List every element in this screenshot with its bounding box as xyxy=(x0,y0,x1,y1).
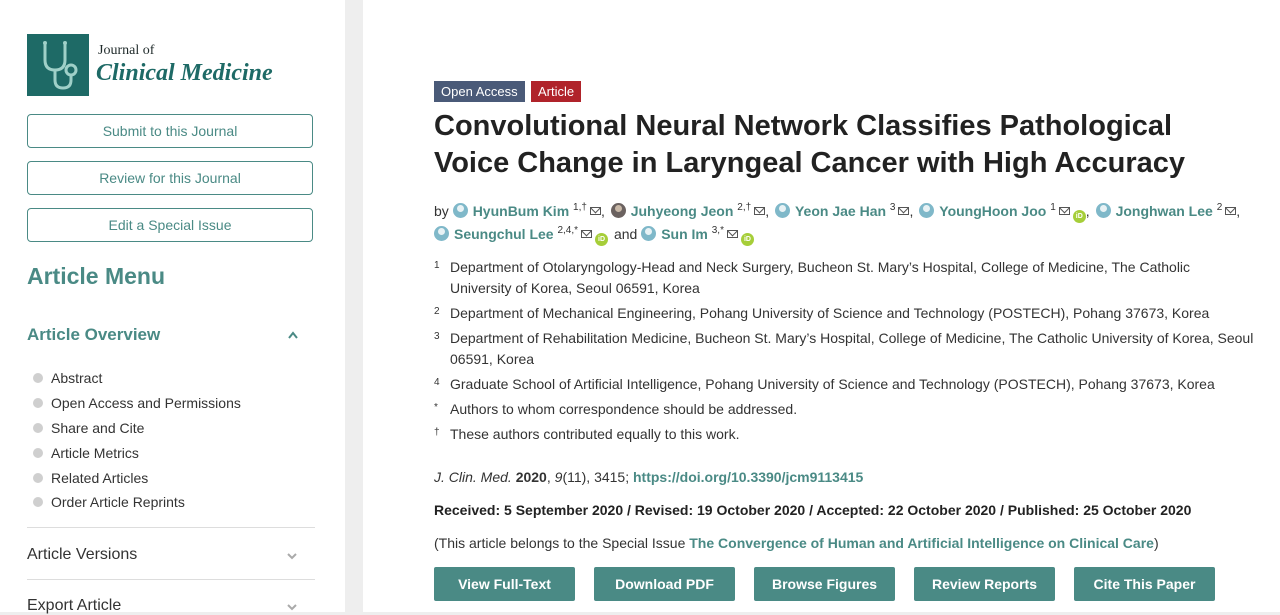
orcid-icon[interactable]: iD xyxy=(740,233,754,246)
menu-item-share-cite[interactable]: Share and Cite xyxy=(33,416,241,441)
email-icon[interactable] xyxy=(898,207,910,215)
author-photo xyxy=(610,203,626,218)
bullet-icon xyxy=(33,422,43,433)
equal-contribution-note: † These authors contributed equally to th… xyxy=(434,426,740,442)
author-avatar-icon xyxy=(641,226,657,241)
author[interactable]: YoungHoon Joo 1iD, xyxy=(919,200,1090,223)
author-avatar-icon xyxy=(434,226,449,241)
sidebar-divider xyxy=(27,527,315,528)
journal-name: Clinical Medicine xyxy=(96,60,273,86)
download-pdf-button[interactable]: Download PDF xyxy=(594,567,735,601)
affiliation: 3 Department of Rehabilitation Medicine, … xyxy=(434,330,1254,367)
article-menu-heading: Article Menu xyxy=(27,263,166,289)
email-icon[interactable] xyxy=(589,207,601,215)
article-overview-toggle[interactable]: Article Overview xyxy=(27,325,160,345)
email-icon[interactable] xyxy=(726,230,738,238)
menu-item-order-reprints[interactable]: Order Article Reprints xyxy=(33,490,241,515)
cite-this-paper-button[interactable]: Cite This Paper xyxy=(1074,567,1215,601)
author-avatar-icon xyxy=(1095,203,1111,218)
orcid-icon[interactable]: iD xyxy=(1072,210,1086,223)
chevron-up-icon[interactable] xyxy=(287,330,299,340)
by-label: by xyxy=(434,203,449,219)
author-list: by HyunBum Kim 1,†, Juhyeong Jeon 2,†, Y… xyxy=(434,200,1254,246)
edit-special-issue-button[interactable]: Edit a Special Issue xyxy=(27,208,313,242)
article-versions-toggle[interactable]: Article Versions xyxy=(27,546,137,564)
affiliation: 2 Department of Mechanical Engineering, P… xyxy=(434,305,1210,321)
article-overview-list: Abstract Open Access and Permissions Sha… xyxy=(33,366,241,515)
author-avatar-icon xyxy=(452,203,468,218)
export-article-toggle[interactable]: Export Article xyxy=(27,597,121,615)
review-for-journal-button[interactable]: Review for this Journal xyxy=(27,161,313,195)
special-issue-link[interactable]: The Convergence of Human and Artificial … xyxy=(689,535,1154,551)
author[interactable]: Yeon Jae Han 3, xyxy=(774,200,913,222)
chevron-down-icon[interactable] xyxy=(286,552,298,560)
email-icon[interactable] xyxy=(754,207,766,215)
author[interactable]: Sun Im 3,*iD xyxy=(641,223,754,246)
author[interactable]: Jonghwan Lee 2, xyxy=(1095,200,1240,222)
journal-logo[interactable]: Journal of Clinical Medicine xyxy=(27,34,327,96)
browse-figures-button[interactable]: Browse Figures xyxy=(754,567,895,601)
correspondence-note: * Authors to whom correspondence should b… xyxy=(434,401,798,417)
special-issue-note: (This article belongs to the Special Iss… xyxy=(434,535,1159,551)
submit-to-journal-button[interactable]: Submit to this Journal xyxy=(27,114,313,148)
email-icon[interactable] xyxy=(581,230,593,238)
review-reports-button[interactable]: Review Reports xyxy=(914,567,1055,601)
menu-item-open-access[interactable]: Open Access and Permissions xyxy=(33,391,241,416)
view-full-text-button[interactable]: View Full-Text xyxy=(434,567,575,601)
bullet-icon xyxy=(33,497,43,508)
orcid-icon[interactable]: iD xyxy=(595,233,609,246)
article-type-badge: Article xyxy=(531,81,582,102)
menu-item-abstract[interactable]: Abstract xyxy=(33,366,241,391)
chevron-down-icon[interactable] xyxy=(286,603,298,611)
author[interactable]: HyunBum Kim 1,†, xyxy=(452,200,605,222)
author[interactable]: Juhyeong Jeon 2,†, xyxy=(610,200,769,222)
affiliation-list: 1 Department of Otolaryngology-Head and N… xyxy=(434,257,1254,449)
sidebar: Journal of Clinical Medicine Submit to t… xyxy=(0,0,345,615)
and-label: and xyxy=(613,226,638,242)
author-avatar-icon xyxy=(919,203,935,218)
menu-item-article-metrics[interactable]: Article Metrics xyxy=(33,440,241,465)
page-gutter xyxy=(345,0,363,612)
bullet-icon xyxy=(33,447,43,458)
journal-name-small: Journal of xyxy=(98,43,155,58)
bullet-icon xyxy=(33,398,43,409)
stethoscope-icon xyxy=(27,34,89,96)
author[interactable]: Seungchul Lee 2,4,*iD xyxy=(434,223,609,246)
bullet-icon xyxy=(33,373,43,384)
citation-line: J. Clin. Med. 2020, 9(11), 3415; https:/… xyxy=(434,469,864,485)
author-avatar-icon xyxy=(774,203,790,218)
sidebar-divider xyxy=(27,579,315,580)
affiliation: 4 Graduate School of Artificial Intellige… xyxy=(434,376,1215,392)
email-icon[interactable] xyxy=(1058,207,1070,215)
publication-dates: Received: 5 September 2020 / Revised: 19… xyxy=(434,502,1192,518)
affiliation: 1 Department of Otolaryngology-Head and N… xyxy=(434,259,1191,296)
menu-item-related-articles[interactable]: Related Articles xyxy=(33,465,241,490)
open-access-badge[interactable]: Open Access xyxy=(434,81,525,102)
bullet-icon xyxy=(33,472,43,483)
doi-link[interactable]: https://doi.org/10.3390/jcm9113415 xyxy=(633,469,863,485)
email-icon[interactable] xyxy=(1225,207,1237,215)
article-title: Convolutional Neural Network Classifies … xyxy=(434,110,1185,179)
